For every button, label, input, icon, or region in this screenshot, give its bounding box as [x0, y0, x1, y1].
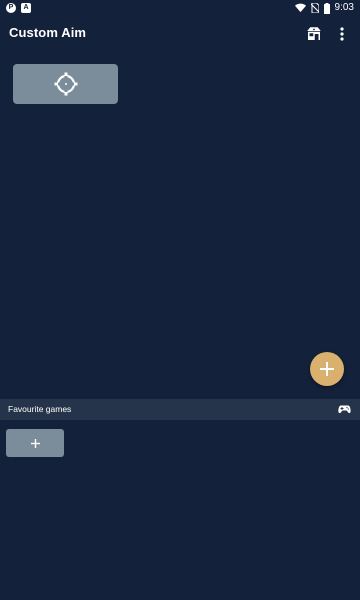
plus-icon	[30, 438, 40, 448]
app-title: Custom Aim	[9, 25, 87, 40]
favourite-games-title: Favourite games	[8, 404, 72, 414]
status-bar: P A 9:03	[0, 0, 360, 16]
plus-icon	[320, 362, 334, 376]
screen: P A 9:03 Custom Aim Favourite games	[0, 0, 360, 600]
crosshair-card[interactable]	[13, 64, 118, 104]
crosshair-icon	[54, 72, 77, 96]
more-vert-icon	[340, 27, 344, 41]
store-icon	[307, 27, 321, 40]
notification-icon-a: A	[21, 3, 31, 13]
gamepad-icon[interactable]	[338, 404, 351, 414]
store-button[interactable]	[303, 23, 325, 45]
wifi-icon	[294, 3, 306, 13]
add-game-button[interactable]	[6, 429, 64, 457]
battery-icon	[323, 2, 330, 14]
status-notifications: P A	[6, 3, 31, 13]
status-system: 9:03	[294, 2, 354, 14]
notification-icon-p: P	[6, 3, 16, 13]
status-time: 9:03	[334, 2, 354, 13]
more-options-button[interactable]	[331, 23, 353, 45]
add-crosshair-fab[interactable]	[310, 352, 344, 386]
favourite-games-header: Favourite games	[0, 399, 360, 420]
no-sim-icon	[310, 3, 319, 13]
app-bar: Custom Aim	[0, 16, 360, 52]
